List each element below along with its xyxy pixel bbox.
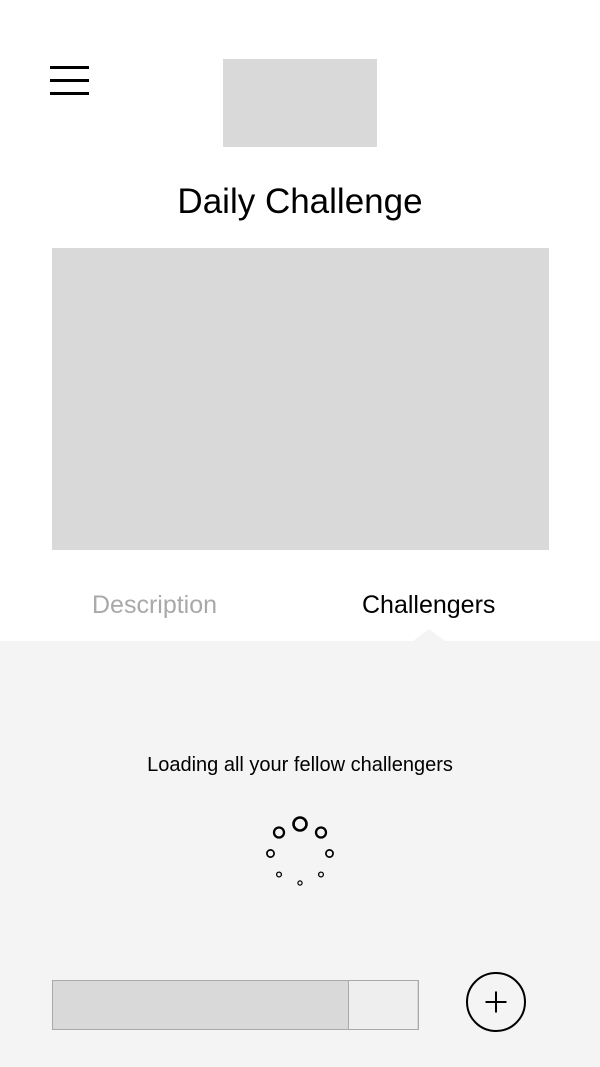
message-input-group <box>52 980 419 1030</box>
loading-message: Loading all your fellow challengers <box>147 754 453 776</box>
hero-image-placeholder <box>52 248 549 550</box>
tab-challengers[interactable]: Challengers <box>362 588 495 622</box>
logo-placeholder <box>223 59 377 147</box>
plus-icon <box>466 972 526 1032</box>
page-title: Daily Challenge <box>177 182 423 221</box>
tab-description[interactable]: Description <box>92 588 217 622</box>
add-button[interactable] <box>466 972 526 1032</box>
message-input[interactable] <box>53 981 349 1029</box>
active-tab-pointer <box>413 629 445 641</box>
submit-button[interactable] <box>349 981 417 1029</box>
menu-bar <box>50 66 89 69</box>
menu-bar <box>50 79 89 82</box>
menu-bar <box>50 92 89 95</box>
loading-spinner-icon <box>266 816 334 886</box>
hamburger-menu-icon[interactable] <box>50 64 90 98</box>
